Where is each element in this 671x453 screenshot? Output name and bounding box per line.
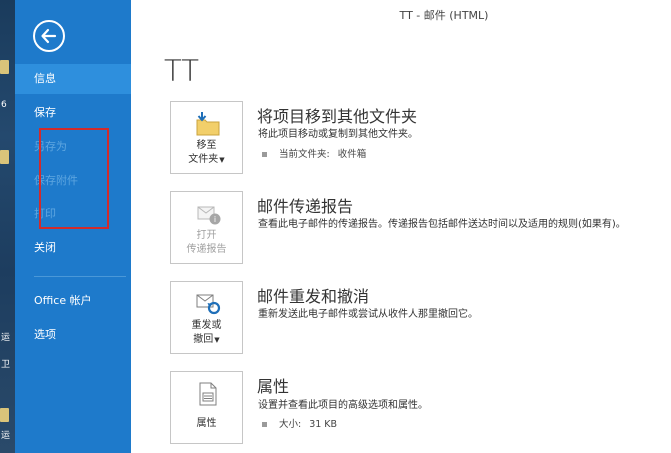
current-folder-row: 当前文件夹: 收件箱	[262, 146, 366, 160]
tile-label-text: 文件夹	[188, 154, 219, 165]
size-label: 大小:	[279, 419, 302, 430]
current-folder-value: 收件箱	[337, 149, 367, 160]
section-title-move: 将项目移到其他文件夹	[257, 107, 418, 126]
page-title: TT	[164, 54, 199, 88]
tile-label: 属性	[196, 418, 217, 429]
sidebar-item-save[interactable]: 保存	[15, 98, 131, 128]
section-desc-move: 将此项目移动或复制到其他文件夹。	[258, 129, 418, 140]
back-button[interactable]	[33, 20, 65, 52]
desktop-folder-icon	[0, 150, 9, 164]
red-highlight-box	[39, 128, 109, 229]
resend-recall-button[interactable]: 重发或 撤回▼	[170, 281, 243, 354]
backstage-sidebar: 信息 保存 另存为 保存附件 打印 关闭 Office 帐户 选项	[15, 0, 131, 453]
size-value: 31 KB	[309, 419, 338, 430]
resend-recall-icon	[196, 294, 221, 315]
tile-label: 重发或	[191, 320, 222, 331]
section-title-properties: 属性	[257, 377, 290, 396]
back-arrow-icon	[41, 28, 57, 44]
sidebar-item-office-account[interactable]: Office 帐户	[15, 286, 131, 316]
sidebar-divider	[34, 276, 126, 277]
desktop-text: 运	[1, 333, 11, 343]
delivery-report-icon: i	[197, 206, 221, 225]
current-folder-label: 当前文件夹:	[279, 149, 330, 160]
section-desc-resend: 重新发送此电子邮件或尝试从收件人那里撤回它。	[258, 309, 478, 320]
desktop-background-strip: 6 运 卫 运	[0, 0, 15, 453]
tile-label: 传递报告	[186, 244, 227, 255]
sidebar-item-options[interactable]: 选项	[15, 320, 131, 350]
sidebar-item-close[interactable]: 关闭	[15, 233, 131, 263]
bullet-icon	[262, 422, 267, 427]
dropdown-caret-icon: ▼	[214, 336, 220, 344]
properties-button[interactable]: 属性	[170, 371, 243, 444]
tile-label: 文件夹▼	[171, 153, 242, 167]
size-row: 大小: 31 KB	[262, 416, 337, 430]
sidebar-item-info[interactable]: 信息	[15, 64, 131, 94]
desktop-text: 运	[1, 431, 11, 441]
tile-label: 打开	[196, 230, 217, 241]
section-desc-receipt: 查看此电子邮件的传递报告。传递报告包括邮件送达时间以及适用的规则(如果有)。	[258, 219, 626, 230]
open-delivery-report-button[interactable]: i 打开 传递报告	[170, 191, 243, 264]
desktop-text: 6	[1, 100, 7, 110]
properties-icon	[199, 382, 217, 406]
desktop-folder-icon	[0, 408, 9, 422]
tile-label-text: 撤回	[193, 334, 214, 345]
move-to-folder-button[interactable]: 移至 文件夹▼	[170, 101, 243, 174]
window-title: TT - 邮件 (HTML)	[399, 9, 489, 22]
move-folder-icon	[196, 112, 220, 136]
section-title-receipt: 邮件传递报告	[257, 197, 354, 216]
desktop-folder-icon	[0, 60, 9, 74]
section-title-resend: 邮件重发和撤消	[257, 287, 370, 306]
svg-text:i: i	[214, 215, 216, 224]
tile-label: 撤回▼	[171, 333, 242, 347]
section-desc-properties: 设置并查看此项目的高级选项和属性。	[258, 400, 428, 411]
tile-label: 移至	[196, 140, 217, 151]
dropdown-caret-icon: ▼	[219, 156, 225, 164]
desktop-text: 卫	[1, 360, 11, 370]
bullet-icon	[262, 152, 267, 157]
